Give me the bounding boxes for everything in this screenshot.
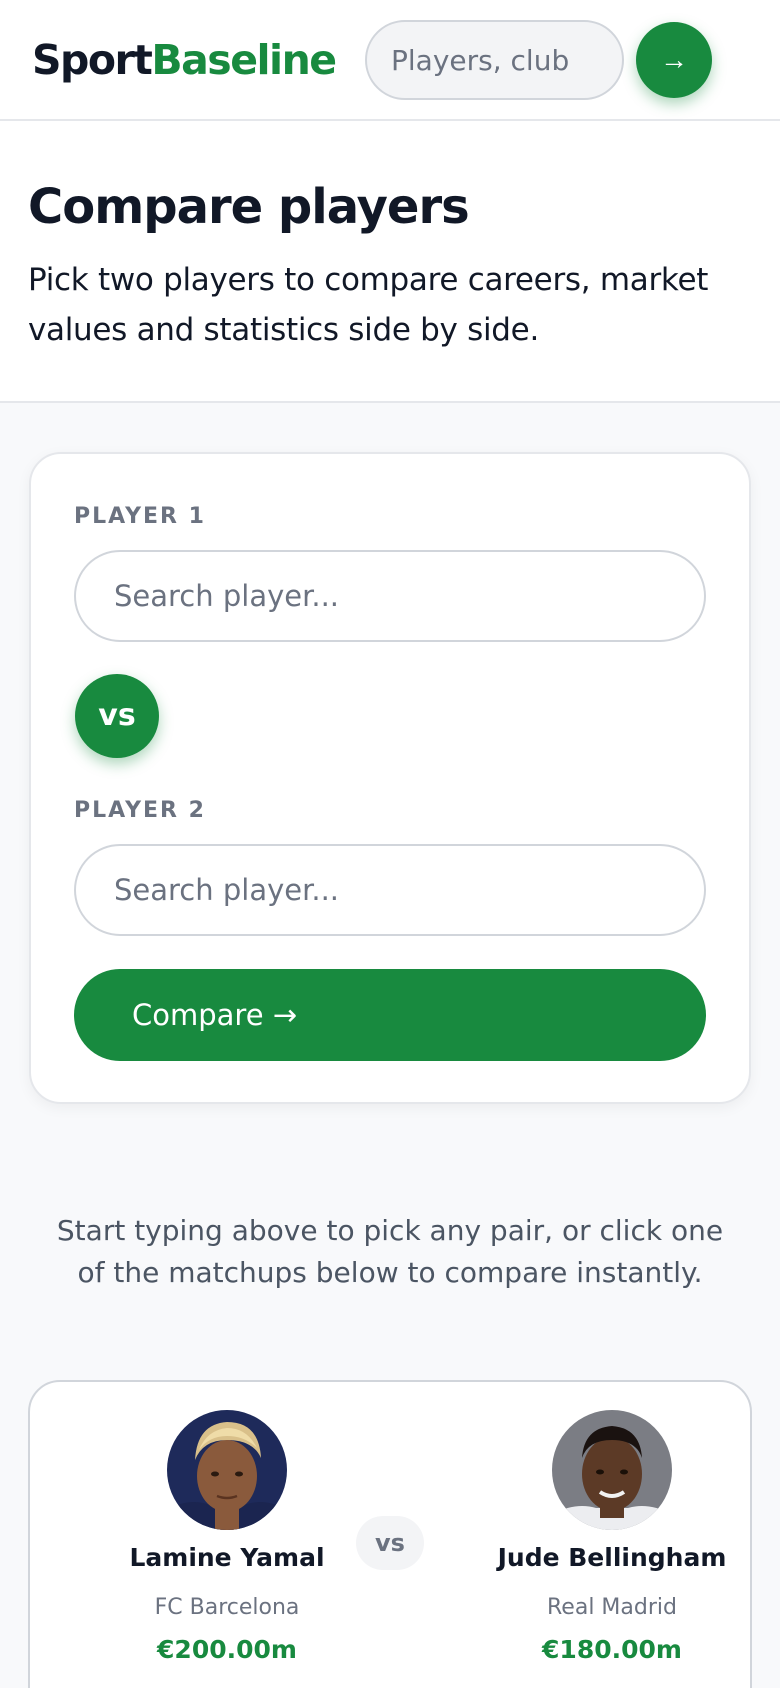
matchup-player-right: Jude Bellingham Real Madrid €180.00m: [462, 1410, 762, 1666]
site-header: SportBaseline →: [0, 0, 780, 121]
player-name: Lamine Yamal: [129, 1543, 325, 1572]
logo-part-sport: Sport: [32, 36, 153, 84]
compare-button[interactable]: Compare →: [74, 969, 706, 1061]
player1-search-input[interactable]: [74, 550, 706, 642]
logo-part-baseline: Baseline: [151, 36, 337, 84]
player-avatar-lamine-yamal: [167, 1410, 287, 1530]
matchup-card[interactable]: Lamine Yamal FC Barcelona €200.00m vs Ju…: [28, 1380, 752, 1688]
site-logo[interactable]: SportBaseline: [32, 36, 337, 84]
compare-hint-text: Start typing above to pick any pair, or …: [56, 1214, 724, 1289]
player-avatar-jude-bellingham: [552, 1410, 672, 1530]
matchup-player-left: Lamine Yamal FC Barcelona €200.00m: [77, 1410, 377, 1666]
player2-search-input[interactable]: [74, 844, 706, 936]
player-name: Jude Bellingham: [497, 1543, 727, 1572]
player-market-value: €200.00m: [157, 1635, 297, 1664]
header-search-input[interactable]: [365, 20, 624, 100]
arrow-right-icon: →: [660, 44, 688, 75]
intro-section: Compare players Pick two players to comp…: [0, 121, 780, 403]
vs-badge: vs: [75, 674, 159, 758]
page-title: Compare players: [28, 179, 470, 235]
player2-label: PLAYER 2: [74, 798, 206, 823]
compare-form-card: PLAYER 1 vs PLAYER 2 Compare →: [29, 452, 751, 1104]
page-subtitle: Pick two players to compare careers, mar…: [28, 262, 709, 348]
matchup-vs-pill: vs: [356, 1516, 424, 1570]
player-club: Real Madrid: [547, 1595, 677, 1620]
player-club: FC Barcelona: [154, 1595, 300, 1620]
player1-label: PLAYER 1: [74, 504, 206, 529]
player-market-value: €180.00m: [542, 1635, 682, 1664]
header-search-button[interactable]: →: [636, 22, 712, 98]
